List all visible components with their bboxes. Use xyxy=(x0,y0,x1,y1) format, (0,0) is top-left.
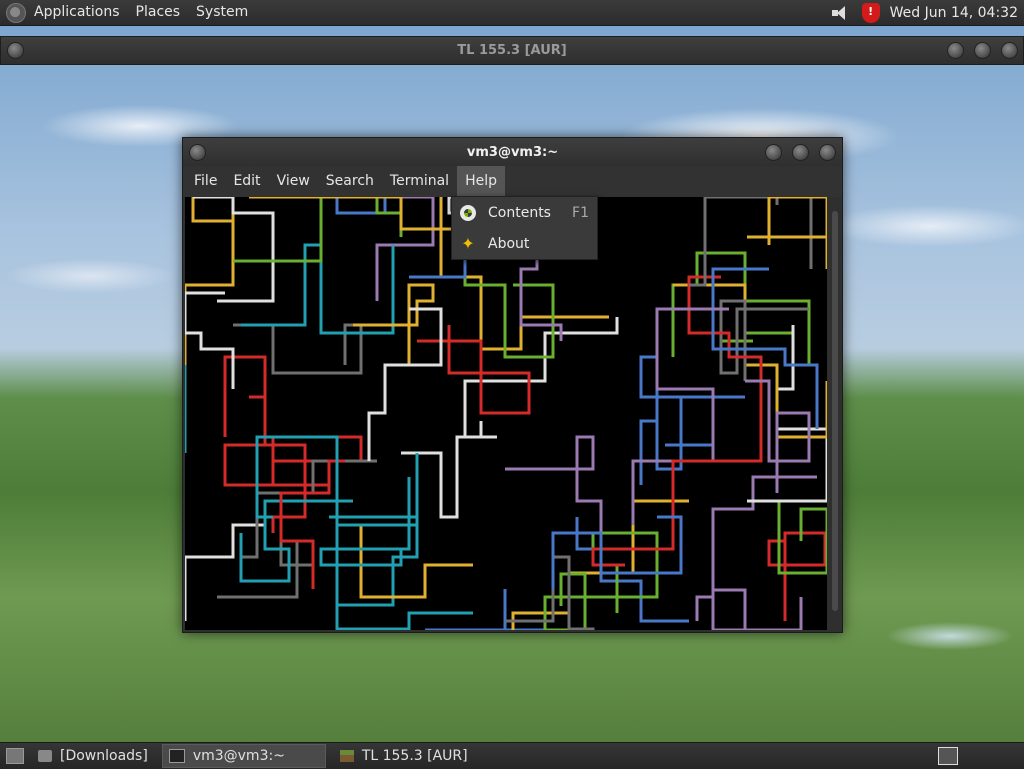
menu-terminal[interactable]: Terminal xyxy=(382,166,457,197)
help-menu-dropdown: Contents F1 ✦ About xyxy=(451,196,598,260)
task-tl[interactable]: TL 155.3 [AUR] xyxy=(334,745,474,767)
pipe-segment xyxy=(795,197,827,269)
folder-icon xyxy=(38,750,52,762)
pipe-segment xyxy=(425,589,561,630)
menu-item-about[interactable]: ✦ About xyxy=(452,228,597,259)
system-tray: ! Wed Jun 14, 04:32 xyxy=(830,0,1024,25)
tl-window-titlebar[interactable]: TL 155.3 [AUR] xyxy=(0,36,1024,65)
pipe-segment xyxy=(417,325,531,415)
pipe-segment xyxy=(185,509,267,621)
volume-icon[interactable] xyxy=(830,4,852,22)
maximize-button[interactable] xyxy=(974,42,991,59)
terminal-scrollbar[interactable] xyxy=(830,197,840,630)
pipe-segment xyxy=(463,317,619,439)
terminal-output[interactable] xyxy=(185,197,827,630)
terminal-window-menu-button[interactable] xyxy=(189,144,206,161)
task-tl-label: TL 155.3 [AUR] xyxy=(361,748,468,764)
scrollbar-thumb[interactable] xyxy=(832,211,838,611)
task-downloads[interactable]: [Downloads] xyxy=(32,745,154,767)
terminal-icon xyxy=(168,749,185,763)
pipe-segment xyxy=(695,475,817,621)
terminal-maximize-button[interactable] xyxy=(792,144,809,161)
menu-item-contents-shortcut: F1 xyxy=(572,204,589,221)
task-terminal[interactable]: vm3@vm3:~ xyxy=(161,744,326,768)
terminal-close-button[interactable] xyxy=(819,144,836,161)
places-menu[interactable]: Places xyxy=(128,0,189,25)
bottom-panel: [Downloads] vm3@vm3:~ TL 155.3 [AUR] xyxy=(0,742,1024,769)
menu-file[interactable]: File xyxy=(186,166,225,197)
grass-block-icon xyxy=(339,750,354,762)
workspace-switcher[interactable] xyxy=(938,747,958,765)
pipe-segment xyxy=(241,243,395,335)
terminal-titlebar[interactable]: vm3@vm3:~ xyxy=(183,138,842,166)
minimize-button[interactable] xyxy=(947,42,964,59)
menu-item-contents[interactable]: Contents F1 xyxy=(452,197,597,228)
applications-menu[interactable]: Applications xyxy=(26,0,128,25)
pipe-segment xyxy=(185,197,235,365)
pipe-segment xyxy=(223,355,297,487)
star-icon: ✦ xyxy=(461,233,475,253)
tl-window-title: TL 155.3 [AUR] xyxy=(457,43,567,58)
pipe-segment xyxy=(401,421,483,519)
pipe-segment xyxy=(289,197,387,215)
menu-edit[interactable]: Edit xyxy=(225,166,268,197)
task-downloads-label: [Downloads] xyxy=(60,748,148,764)
pipe-segment xyxy=(747,197,827,269)
pipe-segment xyxy=(591,429,763,567)
terminal-title: vm3@vm3:~ xyxy=(466,144,559,160)
menu-item-about-label: About xyxy=(488,235,530,252)
system-menu[interactable]: System xyxy=(188,0,256,25)
pipe-segment xyxy=(639,355,715,447)
distro-logo-icon[interactable] xyxy=(6,2,26,23)
menu-search[interactable]: Search xyxy=(318,166,382,197)
pipe-segment xyxy=(689,197,779,287)
menu-help[interactable]: Help xyxy=(457,166,505,197)
menu-view[interactable]: View xyxy=(269,166,318,197)
pipe-segment xyxy=(767,531,827,621)
pipe-segment xyxy=(329,515,419,607)
show-desktop-icon[interactable] xyxy=(6,748,24,764)
pipes-screensaver-output xyxy=(185,197,827,630)
clock[interactable]: Wed Jun 14, 04:32 xyxy=(890,5,1024,21)
menu-item-contents-label: Contents xyxy=(488,204,551,221)
pipe-segment xyxy=(505,555,595,630)
shield-icon[interactable]: ! xyxy=(861,2,880,23)
pipe-segment xyxy=(711,588,803,630)
pipe-segment xyxy=(239,459,377,559)
top-panel: Applications Places System ! Wed Jun 14,… xyxy=(0,0,1024,26)
pipe-segment xyxy=(711,267,819,429)
task-terminal-label: vm3@vm3:~ xyxy=(192,748,285,764)
close-button[interactable] xyxy=(1001,42,1018,59)
lifebuoy-icon xyxy=(460,204,476,221)
terminal-menubar: File Edit View Search Terminal Help xyxy=(183,166,842,197)
top-menu: Applications Places System xyxy=(0,0,256,25)
terminal-minimize-button[interactable] xyxy=(765,144,782,161)
window-menu-button[interactable] xyxy=(7,42,24,59)
